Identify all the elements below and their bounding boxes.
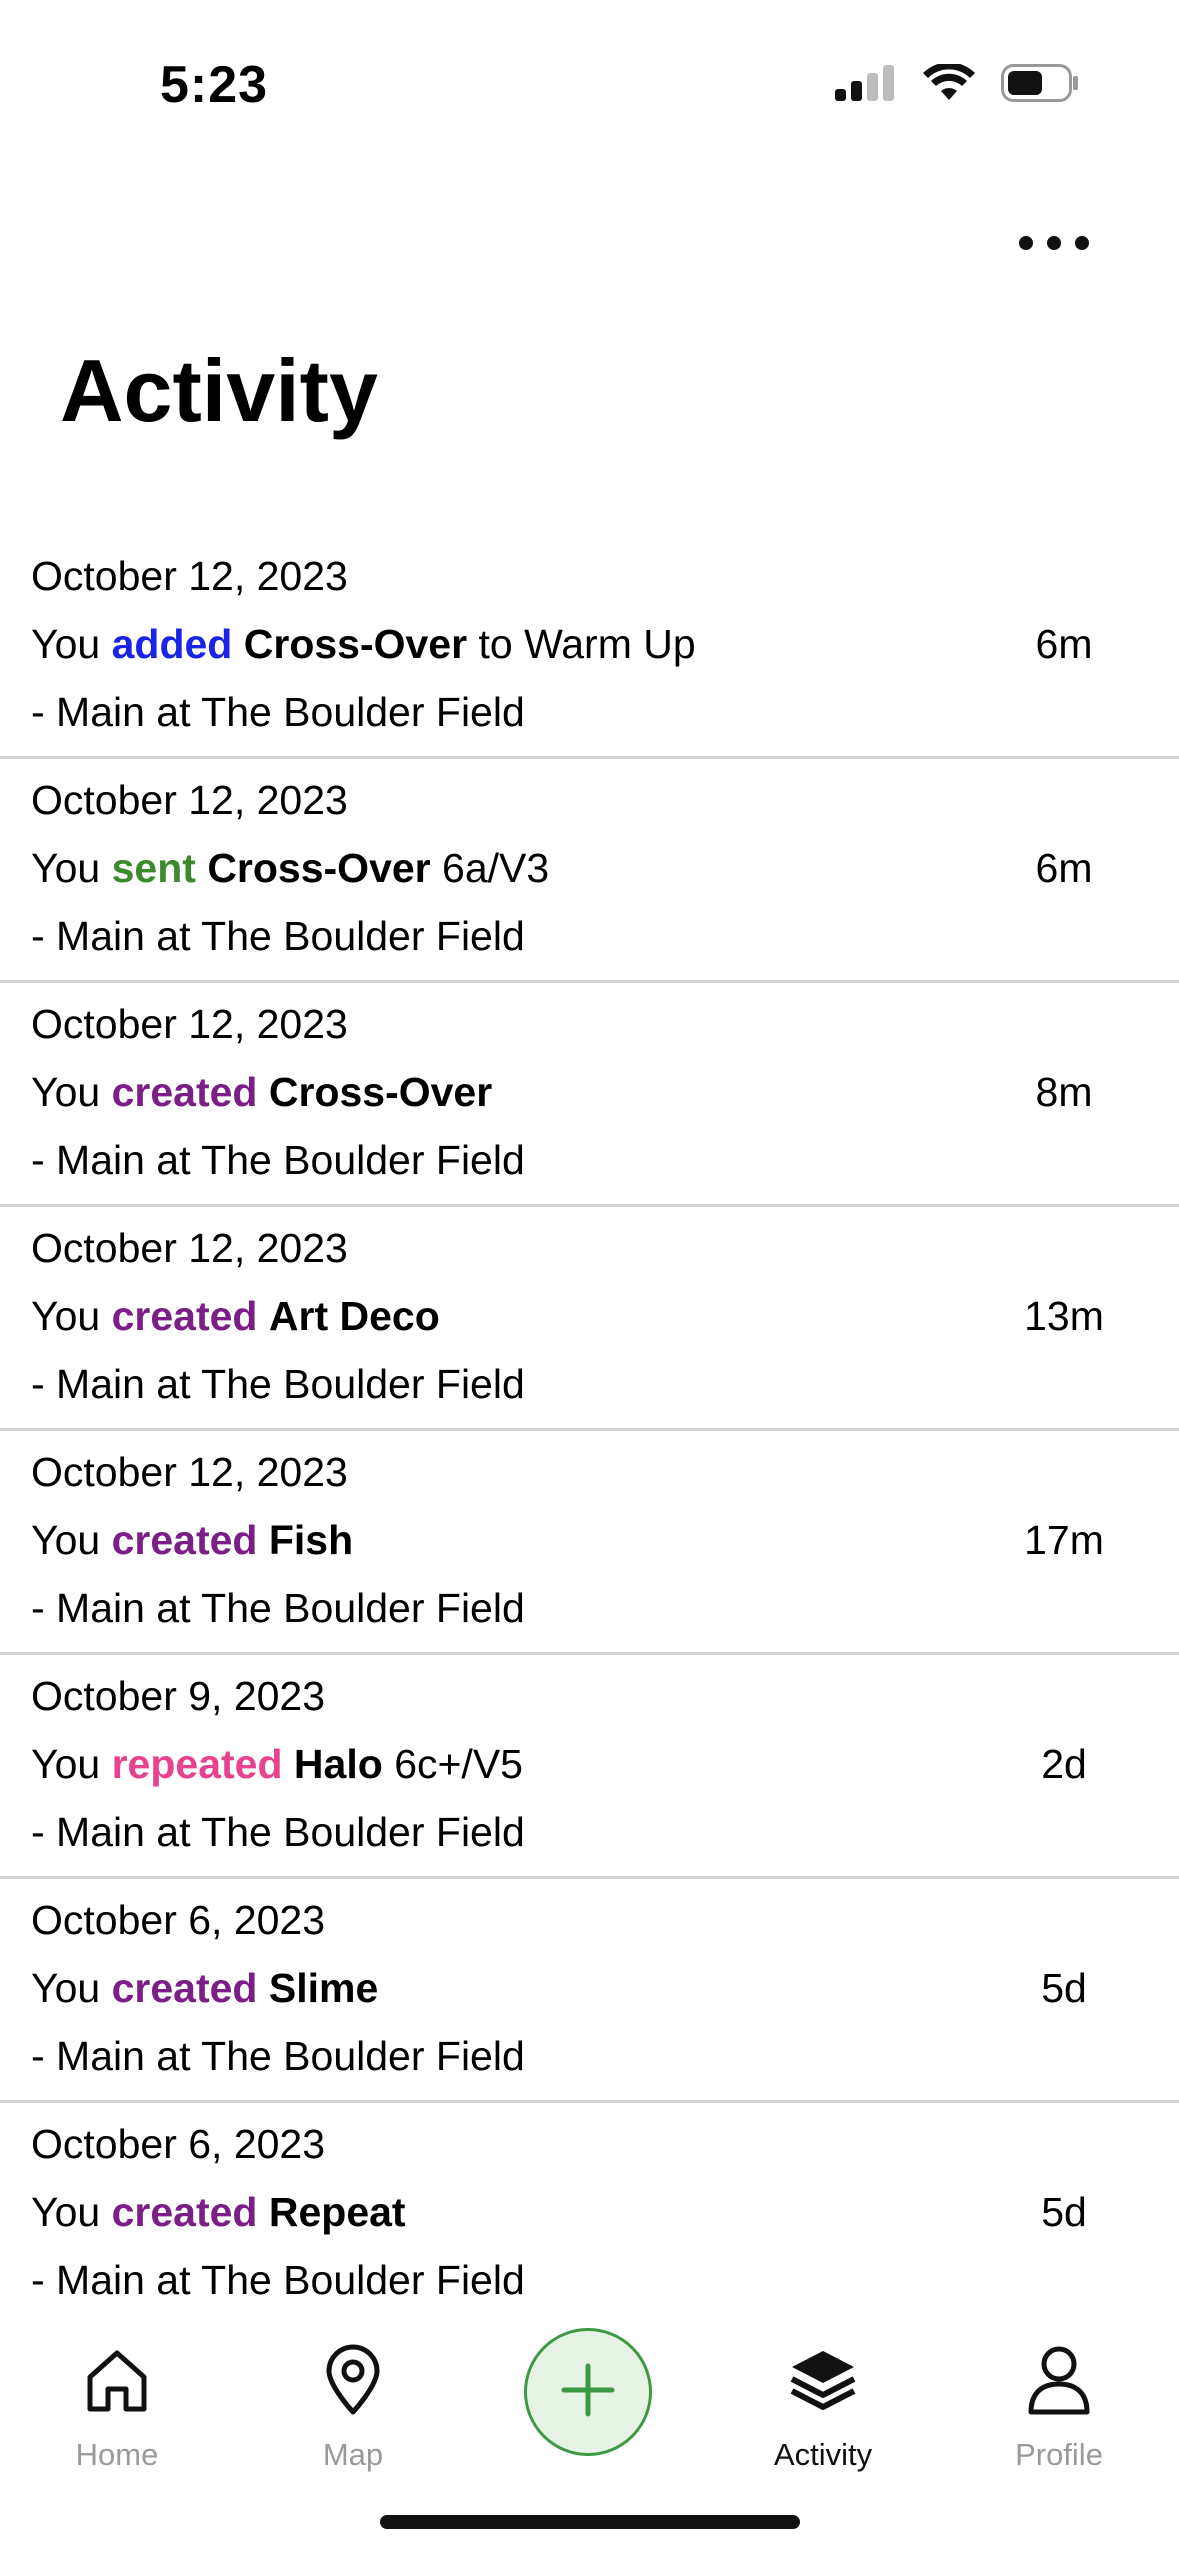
activity-date: October 12, 2023 xyxy=(31,1449,348,1495)
activity-date: October 12, 2023 xyxy=(31,777,348,823)
activity-list[interactable]: October 12, 2023 You added Cross-Over to… xyxy=(0,535,1179,2327)
tab-home[interactable]: Home xyxy=(32,2335,202,2473)
route-name[interactable]: Halo xyxy=(294,1741,383,1787)
activity-item[interactable]: October 12, 2023 You added Cross-Over to… xyxy=(0,535,1179,759)
activity-item[interactable]: October 9, 2023 You repeated Halo 6c+/V5… xyxy=(0,1655,1179,1879)
activity-location: - Main at The Boulder Field xyxy=(31,2257,525,2303)
activity-description: You created Repeat xyxy=(31,2189,406,2236)
activity-location: - Main at The Boulder Field xyxy=(31,1809,525,1855)
activity-suffix: to Warm Up xyxy=(478,621,696,667)
activity-subject: You xyxy=(31,1965,101,2011)
activity-subject: You xyxy=(31,1293,101,1339)
route-name[interactable]: Cross-Over xyxy=(269,1069,492,1115)
activity-location: - Main at The Boulder Field xyxy=(31,1137,525,1183)
activity-location: - Main at The Boulder Field xyxy=(31,689,525,735)
activity-description: You created Slime xyxy=(31,1965,378,2012)
more-options-button[interactable] xyxy=(1009,220,1099,270)
activity-time-ago: 6m xyxy=(1035,621,1093,667)
home-indicator xyxy=(380,2515,800,2529)
activity-date: October 6, 2023 xyxy=(31,1897,326,1943)
tab-activity[interactable]: Activity xyxy=(738,2335,908,2473)
wifi-icon xyxy=(923,62,975,107)
activity-time-ago: 2d xyxy=(1041,1741,1087,1787)
activity-date: October 12, 2023 xyxy=(31,1225,348,1271)
page-title: Activity xyxy=(60,341,378,440)
tab-profile[interactable]: Profile xyxy=(974,2335,1144,2473)
activity-date: October 12, 2023 xyxy=(31,1001,348,1047)
activity-time-ago: 5d xyxy=(1041,1965,1087,2011)
activity-suffix: 6c+/V5 xyxy=(394,1741,523,1787)
activity-description: You added Cross-Over to Warm Up xyxy=(31,621,696,668)
route-name[interactable]: Slime xyxy=(269,1965,378,2011)
home-icon xyxy=(32,2335,202,2425)
route-name[interactable]: Fish xyxy=(269,1517,353,1563)
activity-description: You created Cross-Over xyxy=(31,1069,492,1116)
plus-icon xyxy=(560,2362,616,2423)
route-name[interactable]: Art Deco xyxy=(269,1293,440,1339)
activity-item[interactable]: October 12, 2023 You created Art Deco - … xyxy=(0,1207,1179,1431)
cellular-signal-icon xyxy=(835,65,897,106)
route-name[interactable]: Repeat xyxy=(269,2189,406,2235)
ellipsis-icon xyxy=(1018,235,1090,256)
tab-label-map: Map xyxy=(322,2437,384,2472)
activity-time-ago: 8m xyxy=(1035,1069,1093,1115)
activity-description: You created Art Deco xyxy=(31,1293,440,1340)
activity-action: created xyxy=(111,2189,258,2235)
activity-location: - Main at The Boulder Field xyxy=(31,1585,525,1631)
activity-location: - Main at The Boulder Field xyxy=(31,913,525,959)
activity-item[interactable]: October 12, 2023 You created Cross-Over … xyxy=(0,983,1179,1207)
activity-subject: You xyxy=(31,2189,101,2235)
activity-action: added xyxy=(111,621,233,667)
activity-date: October 9, 2023 xyxy=(31,1673,326,1719)
tab-map[interactable]: Map xyxy=(268,2335,438,2473)
activity-date: October 12, 2023 xyxy=(31,553,348,599)
activity-action: created xyxy=(111,1293,258,1339)
tab-label-activity: Activity xyxy=(773,2437,873,2472)
activity-description: You created Fish xyxy=(31,1517,353,1564)
add-button[interactable] xyxy=(524,2328,652,2456)
battery-icon xyxy=(1001,64,1079,107)
activity-location: - Main at The Boulder Field xyxy=(31,1361,525,1407)
layers-icon xyxy=(738,2335,908,2425)
user-icon xyxy=(974,2335,1144,2425)
status-bar: 5:23 xyxy=(0,0,1179,170)
activity-item[interactable]: October 6, 2023 You created Repeat - Mai… xyxy=(0,2103,1179,2327)
activity-suffix: 6a/V3 xyxy=(442,845,550,891)
activity-time-ago: 6m xyxy=(1035,845,1093,891)
activity-subject: You xyxy=(31,1069,101,1115)
activity-subject: You xyxy=(31,1741,101,1787)
activity-action: sent xyxy=(111,845,196,891)
activity-time-ago: 5d xyxy=(1041,2189,1087,2235)
activity-description: You sent Cross-Over 6a/V3 xyxy=(31,845,549,892)
map-pin-icon xyxy=(268,2335,438,2425)
status-icons xyxy=(835,62,1079,107)
activity-subject: You xyxy=(31,845,101,891)
activity-subject: You xyxy=(31,621,101,667)
status-time: 5:23 xyxy=(160,56,269,114)
route-name[interactable]: Cross-Over xyxy=(244,621,467,667)
tab-label-home: Home xyxy=(75,2437,159,2472)
activity-location: - Main at The Boulder Field xyxy=(31,2033,525,2079)
tab-label-profile: Profile xyxy=(1015,2437,1103,2472)
activity-action: created xyxy=(111,1965,258,2011)
activity-time-ago: 17m xyxy=(1024,1517,1104,1563)
route-name[interactable]: Cross-Over xyxy=(207,845,430,891)
activity-item[interactable]: October 12, 2023 You sent Cross-Over 6a/… xyxy=(0,759,1179,983)
activity-description: You repeated Halo 6c+/V5 xyxy=(31,1741,523,1788)
activity-time-ago: 13m xyxy=(1024,1293,1104,1339)
activity-action: created xyxy=(111,1517,258,1563)
activity-item[interactable]: October 12, 2023 You created Fish - Main… xyxy=(0,1431,1179,1655)
activity-action: repeated xyxy=(111,1741,283,1787)
activity-subject: You xyxy=(31,1517,101,1563)
activity-action: created xyxy=(111,1069,258,1115)
activity-item[interactable]: October 6, 2023 You created Slime - Main… xyxy=(0,1879,1179,2103)
activity-date: October 6, 2023 xyxy=(31,2121,326,2167)
